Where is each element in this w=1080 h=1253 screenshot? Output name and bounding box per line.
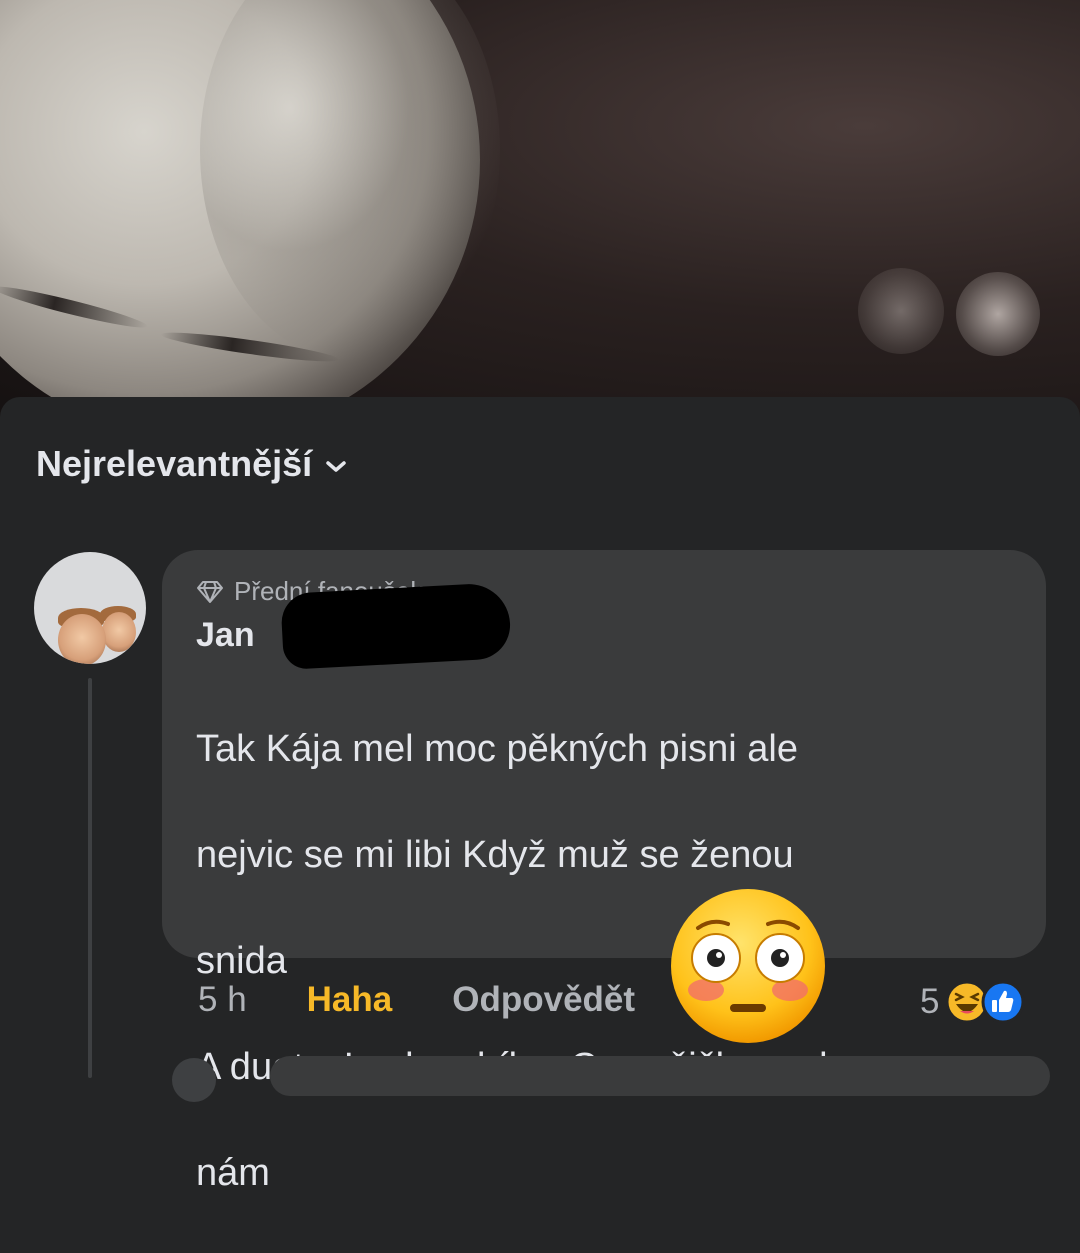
photo-bokeh-1 [858,268,944,354]
sort-label: Nejrelevantnější [36,443,313,484]
post-photo[interactable] [0,0,1080,420]
avatar-face-2 [102,612,136,652]
diamond-icon [197,580,223,603]
comment-text: Tak Kája mel moc pěkných pisni ale nejvi… [196,670,996,1253]
comment-actions: 5 h Haha Odpovědět [198,980,635,1020]
thread-line [88,678,92,1078]
reaction-count: 5 [920,982,940,1021]
redaction-mark [280,582,512,670]
avatar[interactable] [34,552,146,664]
like-icon [981,980,1025,1024]
reaction-button[interactable]: Haha [307,980,393,1020]
comment-line: nám [196,1152,270,1194]
reaction-summary[interactable]: 5 [920,980,1025,1024]
photo-bokeh-2 [956,272,1040,356]
next-comment-avatar[interactable] [172,1058,216,1102]
reply-button[interactable]: Odpovědět [452,980,635,1020]
sort-dropdown[interactable]: Nejrelevantnější [36,443,348,485]
avatar-face-1 [58,614,106,664]
reaction-icons [945,980,1025,1024]
comment-line: Tak Kája mel moc pěkných pisni ale [196,728,798,770]
comment-line: nejvic se mi libi Když muž se ženou [196,834,794,876]
flushed-face-emoji-sticker [671,889,825,1043]
next-comment-bubble[interactable] [270,1056,1050,1096]
comment-time[interactable]: 5 h [198,980,247,1020]
chevron-down-icon [326,461,346,472]
comment-author[interactable]: Jan [196,616,255,655]
